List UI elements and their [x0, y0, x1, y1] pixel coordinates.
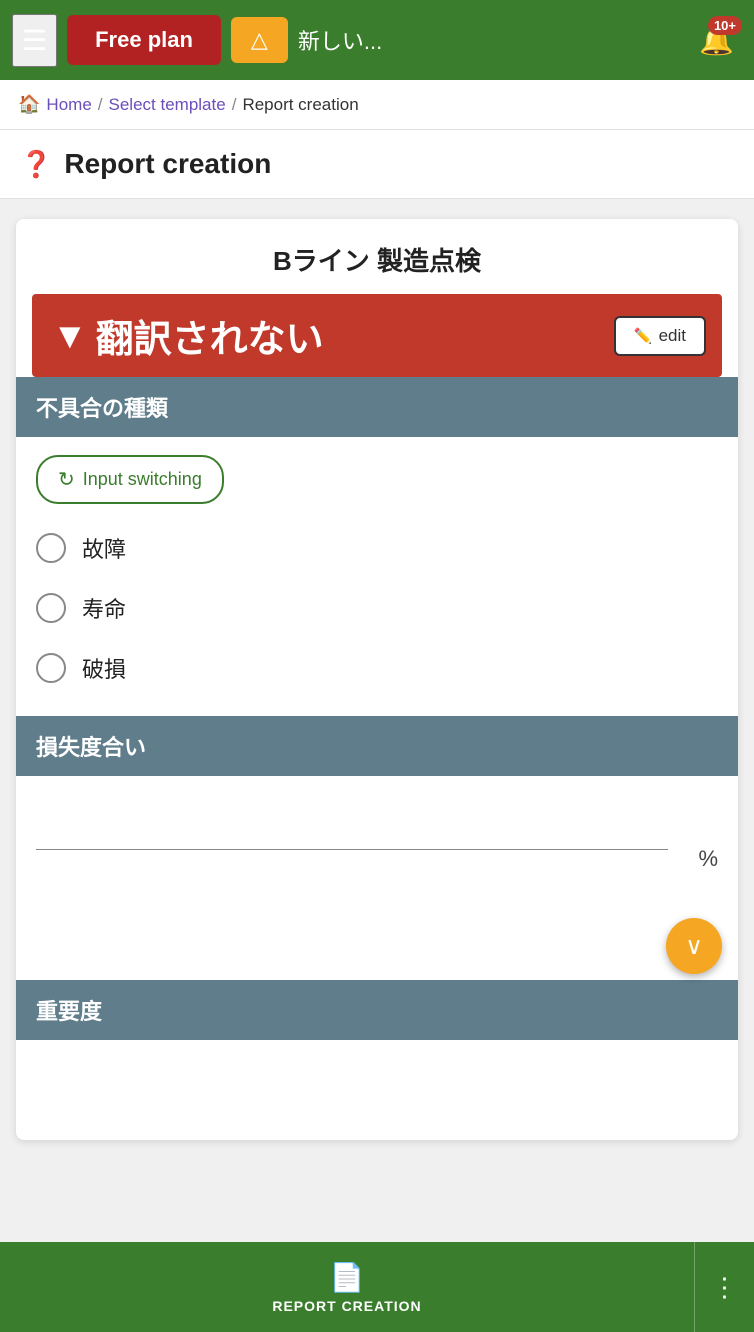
breadcrumb-current: Report creation	[242, 95, 358, 115]
radio-option-3[interactable]: 破損	[36, 638, 718, 698]
alert-triangle-icon: △	[251, 27, 268, 53]
notification-badge: 10+	[708, 16, 742, 35]
pencil-icon: ✏️	[634, 327, 653, 345]
input-switching-label: Input switching	[83, 469, 202, 490]
section1-header: 不具合の種類	[16, 377, 738, 437]
input-switching-button[interactable]: ↻ Input switching	[36, 455, 224, 504]
radio-option-2[interactable]: 寿命	[36, 578, 718, 638]
red-banner-text: 翻訳されない	[96, 308, 324, 363]
radio-label-2: 寿命	[82, 592, 126, 624]
card-heading: Bライン 製造点検	[16, 219, 738, 294]
radio-option-1[interactable]: 故障	[36, 518, 718, 578]
alert-button[interactable]: △	[231, 17, 288, 63]
breadcrumb: 🏠 Home / Select template / Report creati…	[0, 80, 754, 130]
hamburger-button[interactable]: ☰	[12, 14, 57, 67]
section1-content: ↻ Input switching 故障 寿命 破損	[16, 437, 738, 716]
red-banner: ▼ 翻訳されない ✏️ edit	[32, 294, 722, 377]
page-title: Report creation	[64, 148, 271, 180]
scroll-down-button[interactable]: ∨	[666, 918, 722, 974]
alert-text: 新しい...	[298, 24, 681, 56]
section2-content: % ∨	[16, 776, 738, 950]
report-creation-nav-icon: 📄	[330, 1261, 365, 1294]
home-icon: 🏠	[18, 94, 40, 115]
free-plan-button[interactable]: Free plan	[67, 15, 221, 65]
section2-header: 損失度合い	[16, 716, 738, 776]
breadcrumb-sep2: /	[232, 95, 237, 115]
top-bar: ☰ Free plan △ 新しい... 🔔 10+	[0, 0, 754, 80]
breadcrumb-home-link[interactable]: Home	[46, 95, 91, 115]
switch-icon: ↻	[58, 467, 75, 492]
notification-button[interactable]: 🔔 10+	[691, 16, 742, 65]
radio-circle-1	[36, 533, 66, 563]
breadcrumb-sep1: /	[98, 95, 103, 115]
radio-label-1: 故障	[82, 532, 126, 564]
report-creation-nav-label: REPORT CREATION	[272, 1298, 421, 1314]
down-arrow-icon: ▼	[52, 315, 88, 357]
radio-label-3: 破損	[82, 652, 126, 684]
report-creation-nav-button[interactable]: 📄 REPORT CREATION	[0, 1261, 694, 1314]
loss-input[interactable]	[36, 814, 668, 850]
help-icon[interactable]: ❓	[20, 149, 52, 180]
radio-circle-3	[36, 653, 66, 683]
main-card: Bライン 製造点検 ▼ 翻訳されない ✏️ edit 不具合の種類 ↻ Inpu…	[16, 219, 738, 1140]
section3-header: 重要度	[16, 980, 738, 1040]
edit-button[interactable]: ✏️ edit	[614, 316, 706, 356]
bottom-nav: 📄 REPORT CREATION ⋮	[0, 1242, 754, 1332]
edit-button-label: edit	[659, 326, 686, 346]
more-options-button[interactable]: ⋮	[694, 1242, 754, 1332]
percent-label: %	[698, 846, 718, 890]
breadcrumb-template-link[interactable]: Select template	[109, 95, 226, 115]
more-options-icon: ⋮	[712, 1272, 738, 1303]
page-title-area: ❓ Report creation	[0, 130, 754, 199]
radio-circle-2	[36, 593, 66, 623]
